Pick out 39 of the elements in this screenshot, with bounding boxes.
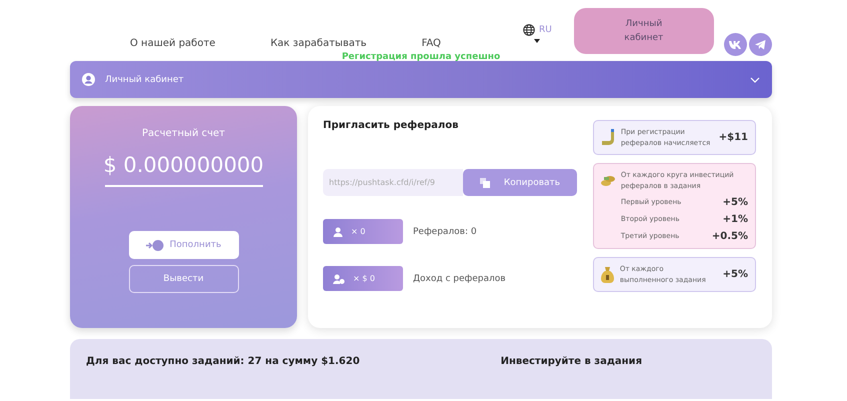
reward-value: +5% <box>722 269 748 280</box>
pipe-icon <box>600 128 615 146</box>
referral-link-field[interactable]: https://pushtask.cfd/i/ref/9 <box>323 169 463 196</box>
success-message: Регистрация прошла успешно <box>340 53 502 61</box>
nav-link[interactable]: FAQ <box>422 38 441 49</box>
nav-link[interactable]: О нашей работе <box>130 38 216 49</box>
balance-amount: $ 0.000000000 <box>103 153 264 177</box>
level-value: +0.5% <box>712 231 748 242</box>
paper-plane-icon <box>754 40 766 50</box>
balance-title: Расчетный счет <box>142 128 226 139</box>
copy-button[interactable]: Копировать <box>463 169 577 196</box>
nav-link[interactable]: Как зарабатывать <box>270 38 367 49</box>
globe-icon <box>522 24 535 36</box>
stat-value: × 0 <box>351 227 366 236</box>
deposit-button[interactable]: Пополнить <box>128 231 238 259</box>
stat-label: Рефералов: 0 <box>413 226 477 236</box>
accordion-header[interactable]: Личный кабинет <box>70 61 772 98</box>
language-selector[interactable]: RU <box>538 25 552 35</box>
cabinet-button[interactable]: Личный кабинет <box>574 8 714 54</box>
referral-title: Пригласить рефералов <box>323 120 460 131</box>
telegram-button[interactable] <box>748 33 772 56</box>
vk-button[interactable] <box>724 33 747 56</box>
user-icon <box>82 73 95 86</box>
copy-icon <box>480 178 490 188</box>
level-value: +5% <box>722 197 748 208</box>
user-coin-icon <box>333 274 345 284</box>
stat-label: Доход с рефералов <box>413 274 506 284</box>
coin-arrow-icon <box>146 240 164 250</box>
withdraw-button[interactable]: Вывести <box>128 265 238 293</box>
tasks-available: Для вас доступно заданий: 27 на сумму $1.620 <box>86 356 360 369</box>
user-icon <box>333 226 343 236</box>
invest-heading: Инвестируйте в задания <box>500 356 642 369</box>
caret-icon[interactable] <box>534 39 540 43</box>
reward-value: +$11 <box>718 132 748 143</box>
coins-icon <box>600 174 615 188</box>
stat-value: × $ 0 <box>353 274 375 283</box>
money-bag-icon <box>600 266 614 282</box>
level-value: +1% <box>722 214 748 225</box>
vk-logo-icon <box>729 40 742 48</box>
